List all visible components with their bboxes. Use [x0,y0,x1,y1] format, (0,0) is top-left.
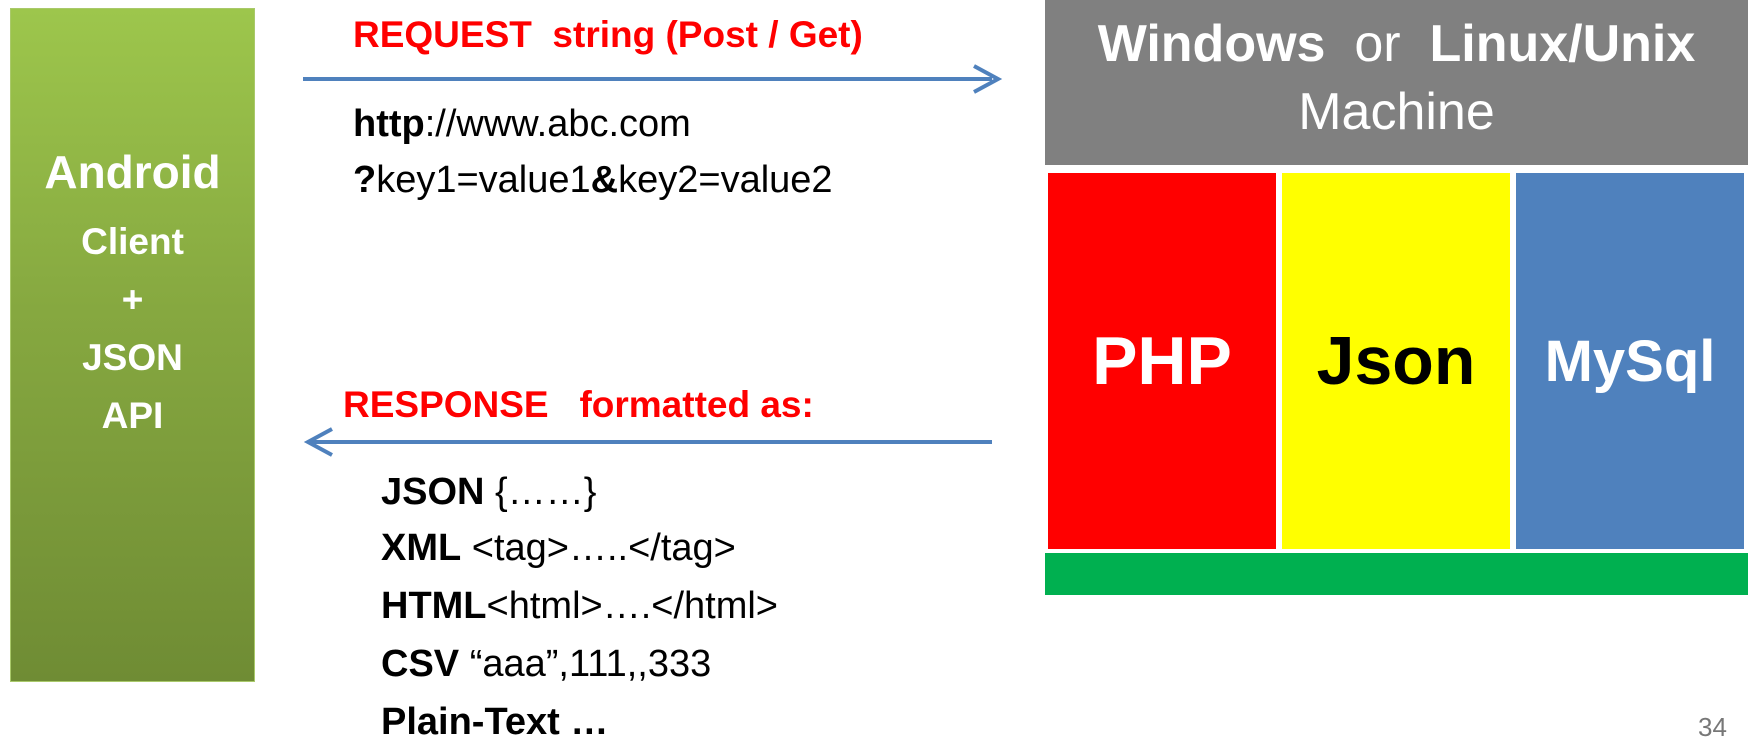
request-url: http://www.abc.com [353,96,691,152]
server-machine-label: Machine [1298,83,1495,141]
mysql-column: MySql [1516,173,1744,549]
format-sample: “aaa”,111,,333 [459,643,712,685]
os-linux-unix: Linux/Unix [1429,15,1696,73]
os-or: or [1325,15,1430,73]
response-label: RESPONSE formatted as: [343,384,814,425]
format-xml: XML <tag>…..</tag> [381,520,736,576]
server-machine-header: Windows or Linux/Unix Machine [1045,0,1748,165]
php-column: PHP [1048,173,1276,549]
json-column: Json [1282,173,1510,549]
request-label: REQUEST string (Post / Get) [353,14,863,55]
server-os-title: Windows or Linux/Unix [1045,14,1748,74]
format-name: HTML [381,585,487,627]
format-sample: {……} [484,471,597,513]
format-plain-text: Plain-Text … [381,694,608,750]
format-sample: <tag>…..</tag> [461,527,736,569]
query-mark: ? [353,159,377,201]
query-ampersand: & [590,159,619,201]
query-param-1: key1=value1 [376,159,591,201]
server-base-bar [1045,553,1748,595]
format-csv: CSV “aaa”,111,,333 [381,636,711,692]
request-arrow [303,64,1003,94]
format-html: HTML<html>….</html> [381,578,778,634]
page-number: 34 [1698,712,1727,742]
response-arrow [303,427,992,457]
format-json: JSON {……} [381,464,596,520]
request-query: ?key1=value1&key2=value2 [353,152,833,208]
request-protocol: http [353,103,425,145]
format-name: JSON [381,471,485,513]
format-name: XML [381,527,462,569]
request-host: ://www.abc.com [424,103,691,145]
query-param-2: key2=value2 [618,159,833,201]
format-name: CSV [381,643,460,685]
os-windows: Windows [1097,15,1326,73]
format-sample: <html>….</html> [486,585,778,627]
